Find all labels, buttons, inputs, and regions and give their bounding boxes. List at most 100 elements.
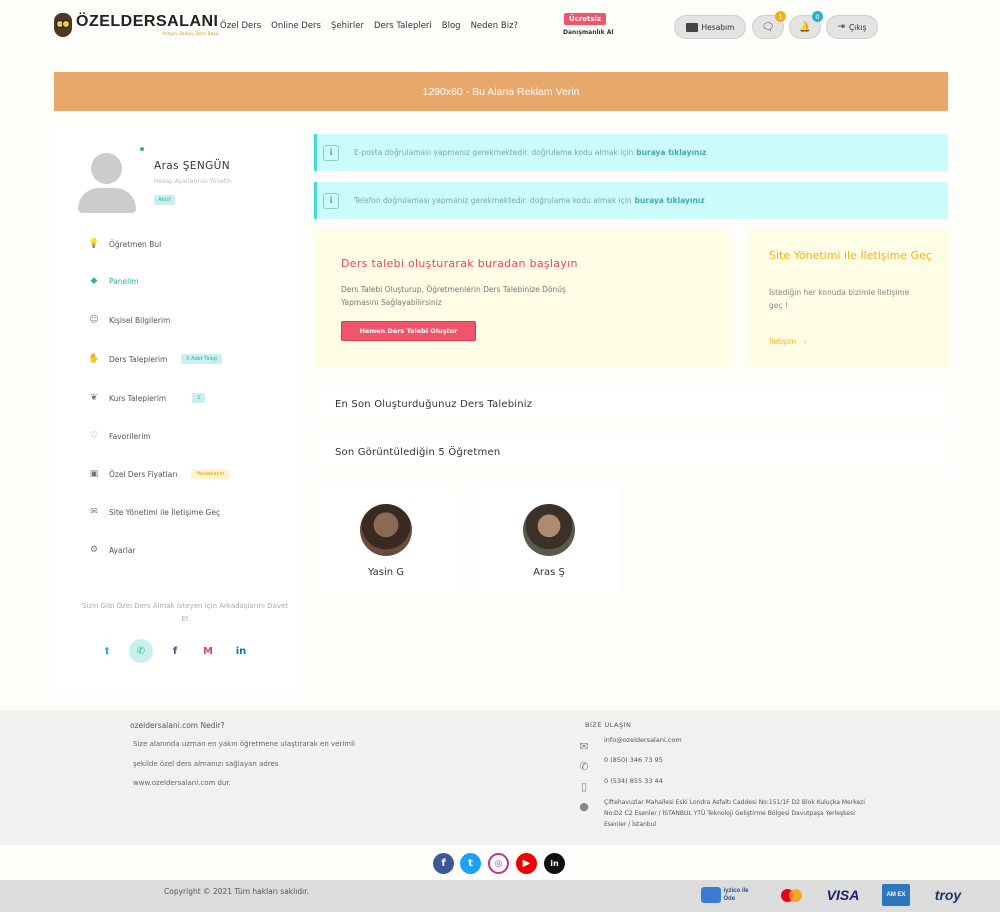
owl-logo-icon (54, 13, 72, 37)
contact-link-label: İletişim (769, 337, 797, 346)
avatar[interactable] (78, 153, 136, 213)
calculate-badge: Hesaplayın (191, 469, 230, 479)
sidebar-item-label: Kişisel Bilgilerim (109, 315, 171, 325)
sidebar-item-kisisel-bilgilerim[interactable]: ☺ Kişisel Bilgilerim (88, 312, 170, 328)
instagram-icon[interactable]: ◎ (488, 853, 509, 874)
status-badge: Aktif (154, 195, 175, 205)
sidebar-item-label: Favorilerim (109, 431, 151, 441)
alert-text: Telefon doğrulaması yapmanız gerekmekted… (354, 196, 632, 205)
sidebar-item-ozel-ders-fiyatlari[interactable]: ▣ Özel Ders Fiyatları Hesaplayın (88, 466, 230, 482)
visa-logo: VISA (826, 887, 860, 903)
whatsapp-share-icon[interactable]: ✆ (129, 639, 153, 663)
sidebar-item-ayarlar[interactable]: ⚙ Ayarlar (88, 542, 136, 558)
gmail-share-icon[interactable]: M (196, 639, 220, 663)
footer-about-title: ozeldersalani.com Nedir? (130, 721, 225, 730)
teacher-photo (360, 504, 412, 556)
linkedin-icon[interactable]: in (544, 853, 565, 874)
sidebar-item-label: Öğretmen Bul (109, 239, 162, 249)
facebook-share-icon[interactable]: f (163, 639, 187, 663)
free-badge[interactable]: Ücretsiz (564, 13, 607, 25)
sidebar-item-iletisim[interactable]: ✉ Site Yönetimi ile İletişime Geç (88, 504, 220, 520)
facebook-icon[interactable]: f (433, 853, 454, 874)
last-viewed-section: Son Görüntülediğin 5 Öğretmen (314, 434, 948, 470)
sidebar-item-panelim[interactable]: ◆ Panelim (88, 273, 139, 289)
logo-tagline: Arayın, Bulun, Ders Başa (162, 31, 219, 37)
mail-icon: ✉ (90, 507, 98, 517)
nav-item-sehirler[interactable]: Şehirler (331, 21, 364, 31)
amex-logo: AM EX (882, 884, 910, 906)
diamond-icon: ◆ (90, 276, 98, 286)
sidebar-item-favorilerim[interactable]: ♡ Favorilerim (88, 428, 151, 444)
sidebar-item-ogretmen-bul[interactable]: 💡 Öğretmen Bul (88, 236, 161, 252)
cta-title: Ders talebi oluşturarak buradan başlayın (341, 257, 578, 270)
ad-banner[interactable]: 1290x60 - Bu Alana Reklam Verin (54, 72, 948, 111)
lightbulb-icon: 💡 (88, 239, 100, 249)
contact-link[interactable]: İletişim › (769, 337, 807, 346)
alert-text: E-posta doğrulaması yapmanız gerekmekted… (354, 148, 634, 157)
cta-description: Ders Talebi Oluşturup, Öğretmenlerin Der… (341, 285, 566, 307)
sidebar-item-label: Kurs Taleplerim (109, 393, 167, 403)
mobile-icon: ▯ (580, 780, 588, 793)
notifications-button[interactable]: 🔔 0 (789, 11, 823, 39)
youtube-icon[interactable]: ▶ (516, 853, 537, 874)
profile-name: Aras ŞENGÜN (154, 160, 230, 172)
nav-item-neden-biz[interactable]: Neden Biz? (471, 21, 518, 31)
location-pin-icon: ● (579, 800, 589, 813)
teacher-name: Yasin G (367, 567, 405, 578)
troy-logo: troy (934, 887, 962, 903)
last-request-section[interactable]: En Son Oluşturduğunuz Ders Talebiniz (314, 386, 948, 422)
user-icon: ☺ (89, 315, 99, 325)
info-icon: ℹ (323, 144, 339, 161)
email-verification-alert: ℹ E-posta doğrulaması yapmanız gerekmekt… (314, 134, 948, 171)
sidebar-item-label: Ders Taleplerim (109, 354, 168, 364)
iyzico-logo: iyzico ile Öde (700, 884, 760, 906)
linkedin-share-icon[interactable]: in (229, 639, 253, 663)
sidebar-item-label: Panelim (109, 276, 139, 286)
phone-verify-link[interactable]: buraya tıklayınız (635, 196, 705, 205)
sidebar-item-label: Ayarlar (109, 545, 136, 555)
phone-verification-alert: ℹ Telefon doğrulaması yapmanız gerekmekt… (314, 182, 948, 219)
sidebar-item-label: Site Yönetimi ile İletişime Geç (109, 507, 221, 517)
footer-about-line: Size alanında uzman en yakın öğretmene u… (133, 740, 356, 748)
footer-about-line: şekilde özel ders almanızı sağlayan adre… (133, 760, 279, 768)
nav-item-ders-talepleri[interactable]: Ders Talepleri (374, 21, 432, 31)
price-icon: ▣ (89, 469, 99, 479)
nav-item-online-ders[interactable]: Online Ders (271, 21, 321, 31)
id-card-icon (685, 22, 698, 32)
footer-email[interactable]: info@ozeldersalani.com (604, 736, 682, 744)
messages-button[interactable]: 🗨 1 (752, 11, 786, 39)
sidebar-item-kurs-taleplerim[interactable]: ❦ Kurs Taleplerim 1 (88, 390, 206, 406)
nav-item-blog[interactable]: Blog (442, 21, 461, 31)
footer-phone-1[interactable]: 0 (850) 346 73 95 (604, 756, 663, 764)
teacher-card[interactable]: Aras Ş (477, 486, 621, 592)
footer-about-line: www.ozeldersalani.com dur. (133, 779, 231, 787)
teacher-name: Aras Ş (533, 567, 565, 578)
envelope-icon: ✉ (579, 740, 589, 753)
contact-card-title: Site Yönetimi ile İletişime Geç (769, 249, 932, 262)
footer-contact-title: BİZE ULAŞIN (585, 721, 632, 729)
profile-subtitle: Hesap Ayarlarınızı Yönetin (154, 178, 232, 185)
nav-item-ozel-ders[interactable]: Özel Ders (220, 21, 261, 31)
twitter-share-icon[interactable]: 𝐭 (95, 639, 119, 663)
free-consultation-link[interactable]: Danışmanlık Al (563, 29, 613, 36)
messages-count-badge: 1 (775, 11, 786, 22)
teacher-card[interactable]: Yasin G (314, 486, 458, 592)
logout-button[interactable]: ⇥ Çıkış (826, 15, 878, 39)
bulb-icon: ❦ (90, 393, 98, 403)
hand-icon: ✋ (88, 354, 100, 364)
create-request-button[interactable]: Hemen Ders Talebi Oluştur (341, 321, 476, 341)
email-verify-link[interactable]: buraya tıklayınız (636, 148, 706, 157)
twitter-icon[interactable]: t (460, 853, 481, 874)
course-count-badge: 1 (192, 393, 206, 403)
main-nav: Özel Ders Online Ders Şehirler Ders Tale… (220, 21, 518, 31)
sidebar-item-label: Özel Ders Fiyatları (109, 469, 178, 479)
account-button[interactable]: Hesabım (674, 15, 746, 39)
chevron-right-icon: › (803, 337, 807, 346)
sidebar-item-ders-taleplerim[interactable]: ✋ Ders Taleplerim 0 Adet Talep (88, 351, 223, 367)
footer-address: Çiftehavuzlar Mahallesi Eski Londra Asfa… (604, 799, 865, 828)
footer-phone-2[interactable]: 0 (534) 855 33 44 (604, 777, 663, 785)
copyright: Copyright © 2021 Tüm hakları saklıdır. (164, 887, 309, 896)
site-logo[interactable]: ÖZELDERSALANI Arayın, Bulun, Ders Başa (54, 13, 219, 37)
info-icon: ℹ (323, 192, 339, 209)
logout-icon: ⇥ (837, 22, 845, 32)
